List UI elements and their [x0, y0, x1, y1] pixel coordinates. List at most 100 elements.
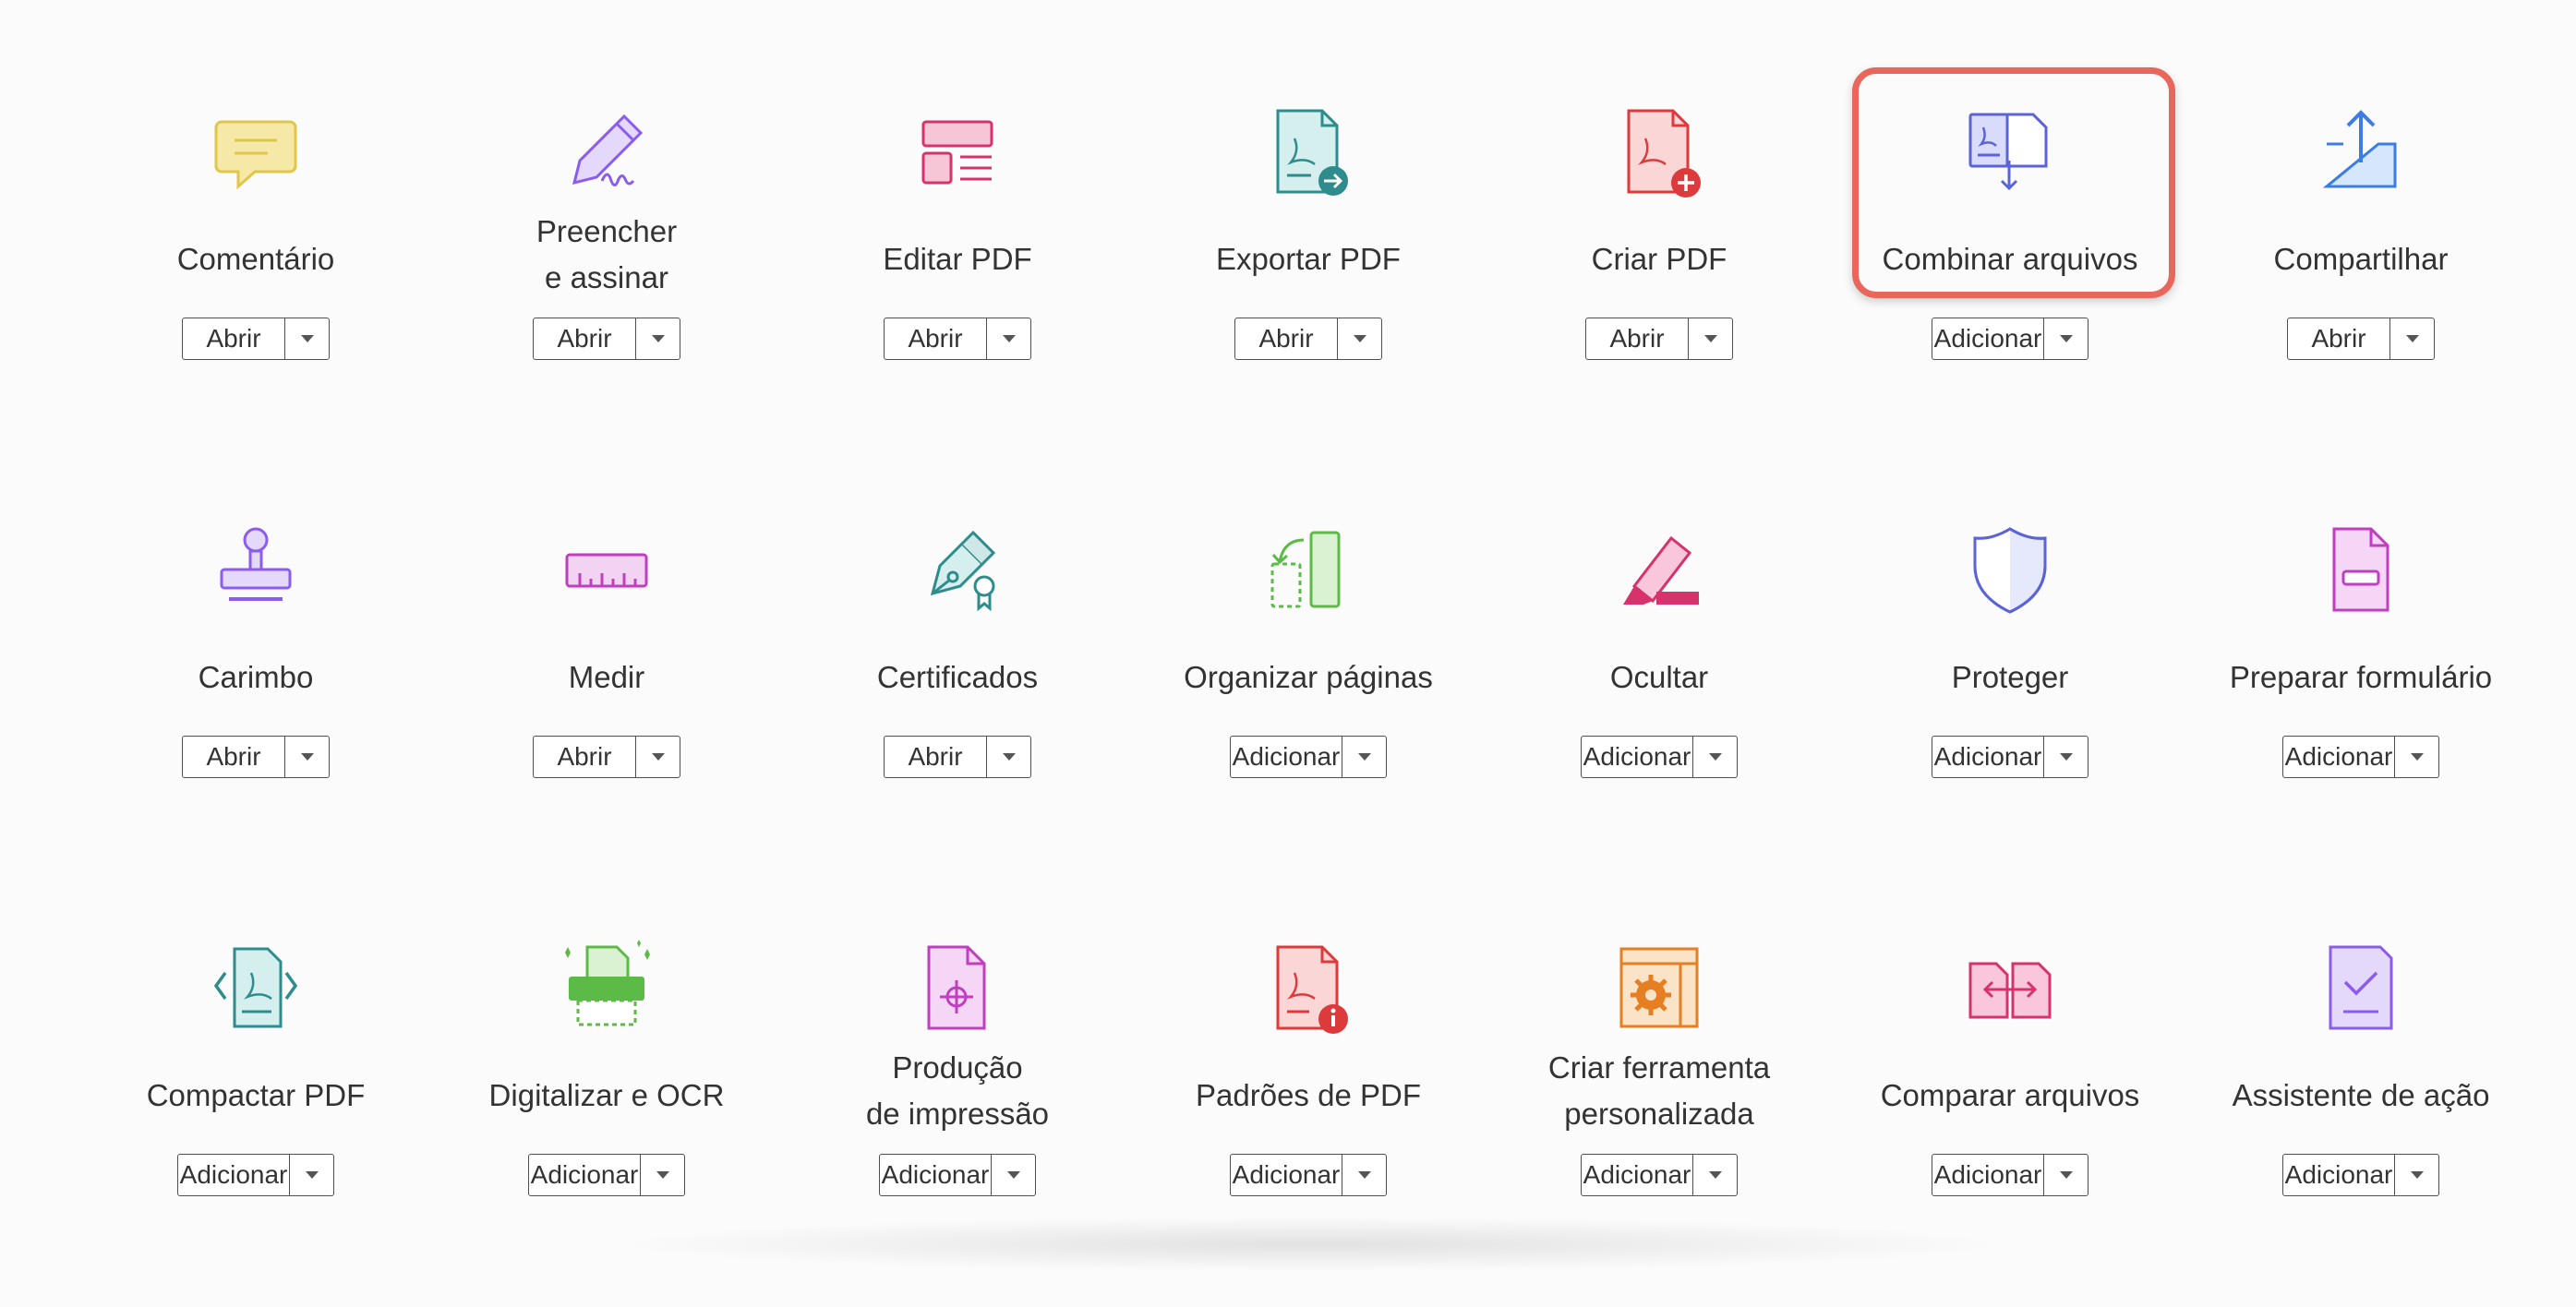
compress-pdf-icon[interactable]	[205, 938, 307, 1039]
tool-proteger[interactable]: Proteger Adicionar	[1835, 520, 2185, 889]
open-button[interactable]: Abrir	[885, 737, 986, 777]
add-button[interactable]: Adicionar	[1932, 1155, 2043, 1195]
open-button[interactable]: Abrir	[885, 318, 986, 359]
prepare-form-icon[interactable]	[2310, 520, 2412, 621]
chevron-down-icon	[2410, 753, 2424, 761]
tool-label: Preencher e assinar	[431, 209, 782, 301]
tool-label-line: Comentário	[176, 242, 335, 276]
chevron-down-icon	[1357, 753, 1371, 761]
tool-label-line: de impressão	[865, 1097, 1050, 1131]
add-button[interactable]: Adicionar	[1582, 1155, 1692, 1195]
tool-preencher[interactable]: Preencher e assinar Abrir	[431, 102, 782, 471]
add-button[interactable]: Adicionar	[1582, 737, 1692, 777]
open-button[interactable]: Abrir	[183, 318, 284, 359]
ruler-icon[interactable]	[556, 520, 657, 621]
combine-files-icon[interactable]	[1959, 102, 2061, 203]
dropdown-button[interactable]	[2394, 737, 2438, 777]
add-button[interactable]: Adicionar	[178, 1155, 289, 1195]
dropdown-button[interactable]	[635, 737, 680, 777]
custom-tool-gear-icon[interactable]	[1608, 938, 1710, 1039]
tool-comentario[interactable]: Comentário Abrir	[80, 102, 431, 471]
tool-button-group: Adicionar	[879, 1154, 1036, 1196]
dropdown-button[interactable]	[635, 318, 680, 359]
tool-button-group: Adicionar	[2282, 1154, 2439, 1196]
create-pdf-icon[interactable]	[1608, 102, 1710, 203]
print-production-icon[interactable]	[907, 938, 1008, 1039]
tool-criar[interactable]: Criar PDF Abrir	[1484, 102, 1835, 471]
tool-ocultar[interactable]: Ocultar Adicionar	[1484, 520, 1835, 889]
dropdown-button[interactable]	[284, 737, 329, 777]
dropdown-button[interactable]	[284, 318, 329, 359]
tool-button-group: Adicionar	[1581, 1154, 1738, 1196]
add-button[interactable]: Adicionar	[1932, 318, 2043, 359]
dropdown-button[interactable]	[2043, 318, 2088, 359]
tool-carimbo[interactable]: Carimbo Abrir	[80, 520, 431, 889]
tool-label: Organizar páginas	[1133, 654, 1484, 701]
add-button[interactable]: Adicionar	[880, 1155, 991, 1195]
tool-compartilhar[interactable]: Compartilhar Abrir	[2185, 102, 2536, 471]
stamp-icon[interactable]	[205, 520, 307, 621]
pdf-standards-icon[interactable]	[1258, 938, 1359, 1039]
dropdown-button[interactable]	[1692, 737, 1737, 777]
tool-button-group: Abrir	[533, 736, 680, 778]
add-button[interactable]: Adicionar	[2283, 737, 2394, 777]
action-wizard-icon[interactable]	[2310, 938, 2412, 1039]
open-button[interactable]: Abrir	[534, 318, 635, 359]
dropdown-button[interactable]	[2389, 318, 2434, 359]
tool-certificados[interactable]: Certificados Abrir	[782, 520, 1133, 889]
edit-pdf-icon[interactable]	[907, 102, 1008, 203]
export-pdf-icon[interactable]	[1258, 102, 1359, 203]
add-button[interactable]: Adicionar	[1231, 737, 1342, 777]
tool-label-line: Criar PDF	[1591, 242, 1727, 276]
add-button[interactable]: Adicionar	[1231, 1155, 1342, 1195]
redact-marker-icon[interactable]	[1608, 520, 1710, 621]
tool-preparar[interactable]: Preparar formulário Adicionar	[2185, 520, 2536, 889]
open-button[interactable]: Abrir	[1586, 318, 1688, 359]
scanner-icon[interactable]	[556, 938, 657, 1039]
open-button[interactable]: Abrir	[183, 737, 284, 777]
compare-files-icon[interactable]	[1959, 938, 2061, 1039]
add-button[interactable]: Adicionar	[2283, 1155, 2394, 1195]
tool-exportar[interactable]: Exportar PDF Abrir	[1133, 102, 1484, 471]
dropdown-button[interactable]	[991, 1155, 1035, 1195]
comment-icon[interactable]	[205, 102, 307, 203]
tool-organizar[interactable]: Organizar páginas Adicionar	[1133, 520, 1484, 889]
dropdown-button[interactable]	[1342, 1155, 1386, 1195]
tool-label-line: Medir	[568, 660, 645, 694]
dropdown-button[interactable]	[1337, 318, 1381, 359]
pen-sign-icon[interactable]	[556, 102, 657, 203]
dropdown-button[interactable]	[1692, 1155, 1737, 1195]
tool-label: Ocultar	[1484, 654, 1835, 701]
tool-button-group: Abrir	[533, 318, 680, 360]
shield-icon[interactable]	[1959, 520, 2061, 621]
open-button[interactable]: Abrir	[1235, 318, 1337, 359]
dropdown-button[interactable]	[289, 1155, 333, 1195]
dropdown-button[interactable]	[1688, 318, 1732, 359]
tool-label-line: Combinar arquivos	[1882, 242, 2138, 276]
chevron-down-icon	[2405, 335, 2419, 342]
open-button[interactable]: Abrir	[534, 737, 635, 777]
add-button[interactable]: Adicionar	[1932, 737, 2043, 777]
organize-pages-icon[interactable]	[1258, 520, 1359, 621]
tool-label: Compartilhar	[2185, 236, 2536, 282]
tool-compactar[interactable]: Compactar PDF Adicionar	[80, 938, 431, 1307]
tool-label: Criar ferramenta personalizada	[1484, 1045, 1835, 1137]
certificate-pen-icon[interactable]	[907, 520, 1008, 621]
add-button[interactable]: Adicionar	[529, 1155, 640, 1195]
open-button[interactable]: Abrir	[2288, 318, 2389, 359]
tool-combinar[interactable]: Combinar arquivos Adicionar	[1835, 102, 2185, 471]
tool-assistente[interactable]: Assistente de ação Adicionar	[2185, 938, 2536, 1307]
tool-medir[interactable]: Medir Abrir	[431, 520, 782, 889]
tool-button-group: Adicionar	[1581, 736, 1738, 778]
dropdown-button[interactable]	[986, 737, 1030, 777]
chevron-down-icon	[651, 753, 665, 761]
tool-label: Compactar PDF	[80, 1073, 431, 1119]
tool-editar[interactable]: Editar PDF Abrir	[782, 102, 1133, 471]
share-icon[interactable]	[2310, 102, 2412, 203]
dropdown-button[interactable]	[1342, 737, 1386, 777]
dropdown-button[interactable]	[640, 1155, 684, 1195]
dropdown-button[interactable]	[2394, 1155, 2438, 1195]
dropdown-button[interactable]	[2043, 1155, 2088, 1195]
dropdown-button[interactable]	[2043, 737, 2088, 777]
dropdown-button[interactable]	[986, 318, 1030, 359]
